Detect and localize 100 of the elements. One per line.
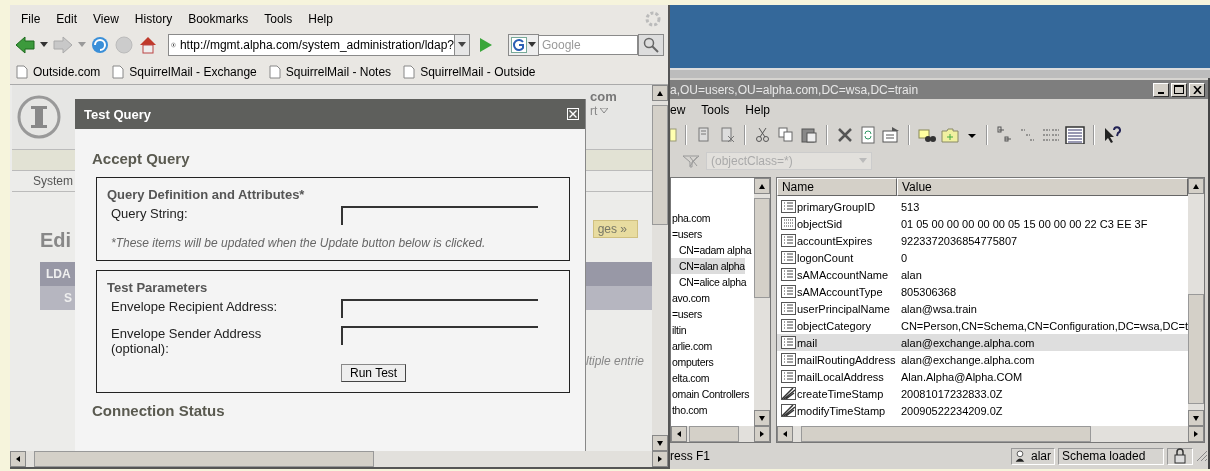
action-button[interactable]: ges » bbox=[592, 220, 638, 238]
home-icon[interactable] bbox=[138, 35, 158, 55]
scrollbar-thumb[interactable] bbox=[689, 426, 739, 442]
scrollbar-thumb[interactable] bbox=[800, 426, 1091, 442]
refresh-icon[interactable] bbox=[859, 126, 877, 144]
menu-item[interactable]: Tools bbox=[256, 11, 301, 27]
scroll-up-button[interactable] bbox=[753, 178, 770, 194]
close-icon[interactable] bbox=[567, 108, 579, 120]
bookmark-link[interactable]: SquirrelMail - Exchange bbox=[112, 65, 257, 79]
caret-icon bbox=[600, 108, 609, 114]
page-heading: Edi bbox=[40, 229, 72, 253]
scroll-right-button[interactable] bbox=[753, 426, 770, 442]
attribute-row[interactable]: mailRoutingAddress alan@exchange.alpha.com bbox=[776, 351, 1188, 368]
tree-item[interactable]: =users bbox=[671, 306, 702, 322]
attribute-row[interactable]: userPrincipalName alan@wsa.train bbox=[776, 300, 1188, 317]
scroll-down-button[interactable] bbox=[753, 410, 770, 426]
caret-icon[interactable] bbox=[40, 42, 48, 48]
run-test-button[interactable]: Run Test bbox=[341, 364, 407, 382]
scroll-right-button[interactable] bbox=[1188, 426, 1204, 442]
menu-item[interactable]: Help bbox=[745, 103, 771, 117]
search-engine-button[interactable] bbox=[508, 34, 539, 56]
tree-item[interactable]: CN=adam alpha bbox=[671, 242, 752, 258]
scroll-left-button[interactable] bbox=[776, 426, 793, 442]
input-field[interactable] bbox=[341, 206, 538, 225]
delete-icon[interactable] bbox=[836, 126, 854, 144]
attribute-row[interactable]: objectCategory CN=Person,CN=Schema,CN=Configuration,DC=wsa,DC=t bbox=[776, 317, 1188, 334]
back-arrow-icon[interactable] bbox=[14, 35, 36, 55]
paste-icon[interactable] bbox=[800, 126, 818, 144]
attribute-row[interactable]: primaryGroupID 513 bbox=[776, 198, 1188, 215]
tree-item[interactable]: CN=alan alpha bbox=[671, 258, 745, 274]
attribute-value: 01 05 00 00 00 00 00 05 15 00 00 00 22 C3 EE 3F bbox=[899, 217, 1148, 230]
scroll-down-button[interactable] bbox=[652, 435, 668, 451]
menu-item[interactable]: Bookmarks bbox=[180, 11, 257, 27]
menu-item[interactable]: File bbox=[13, 11, 49, 27]
attribute-row[interactable]: mailLocalAddress Alan.Alpha@Alpha.COM bbox=[776, 368, 1188, 385]
scrollbar-thumb[interactable] bbox=[34, 451, 374, 467]
bookmark-link[interactable]: SquirrelMail - Outside bbox=[403, 65, 536, 79]
nav-link[interactable]: System bbox=[33, 174, 73, 188]
menu-item[interactable]: Tools bbox=[701, 103, 730, 117]
tree-item[interactable]: CN=alice alpha bbox=[671, 274, 747, 290]
scroll-up-button[interactable] bbox=[1188, 178, 1204, 194]
scroll-up-button[interactable] bbox=[652, 85, 668, 101]
address-field[interactable]: http://mgmt.alpha.com/system_administration/ldap? bbox=[168, 34, 455, 56]
dropdown-button[interactable] bbox=[455, 34, 470, 56]
binoculars-icon[interactable] bbox=[918, 126, 936, 144]
properties-icon[interactable] bbox=[882, 126, 900, 144]
reload-icon[interactable] bbox=[90, 35, 110, 55]
scrollbar-thumb[interactable] bbox=[753, 198, 770, 298]
tree-item[interactable]: omain Controllers bbox=[671, 386, 750, 402]
attribute-row[interactable]: mail alan@exchange.alpha.com bbox=[776, 334, 1188, 351]
column-header[interactable]: Value bbox=[896, 178, 1188, 196]
search-button[interactable] bbox=[638, 34, 664, 56]
attribute-row[interactable]: modifyTimeStamp 20090522234209.0Z bbox=[776, 402, 1188, 419]
section-heading: Accept Query bbox=[92, 150, 191, 167]
tree-item[interactable]: tho.com bbox=[671, 402, 708, 418]
tree-item[interactable]: omputers bbox=[671, 354, 714, 370]
attribute-name: mailLocalAddress bbox=[796, 370, 884, 383]
scrollbar-thumb[interactable] bbox=[1188, 294, 1204, 404]
field-label: Envelope Sender Address (optional): bbox=[110, 326, 263, 356]
detail-view-icon[interactable] bbox=[1065, 126, 1085, 144]
attribute-row[interactable]: objectSid 01 05 00 00 00 00 00 05 15 00 00 00 22 C3 EE 3F bbox=[776, 215, 1188, 232]
attribute-row[interactable]: accountExpires 9223372036854775807 bbox=[776, 232, 1188, 249]
minimize-button[interactable] bbox=[1153, 82, 1169, 97]
scroll-left-button[interactable] bbox=[671, 426, 687, 442]
tree-item[interactable]: arlie.com bbox=[671, 338, 712, 354]
attribute-row[interactable]: logonCount 0 bbox=[776, 249, 1188, 266]
bookmark-link[interactable]: SquirrelMail - Notes bbox=[268, 65, 392, 79]
arrow-down-icon bbox=[1191, 413, 1201, 423]
close-button[interactable] bbox=[1189, 82, 1205, 97]
maximize-icon bbox=[1174, 85, 1184, 94]
attribute-name: primaryGroupID bbox=[796, 200, 876, 213]
attribute-row[interactable]: sAMAccountType 805306368 bbox=[776, 283, 1188, 300]
tree-item[interactable]: avo.com bbox=[671, 290, 710, 306]
attribute-name: createTimeStamp bbox=[796, 387, 884, 400]
help-pointer-icon[interactable] bbox=[1103, 126, 1121, 144]
tree-item[interactable]: =users bbox=[671, 226, 702, 242]
column-header[interactable]: Name bbox=[776, 178, 897, 196]
scroll-left-button[interactable] bbox=[10, 451, 26, 467]
input-field[interactable] bbox=[341, 326, 538, 345]
tree-item[interactable]: iltin bbox=[671, 322, 687, 338]
scroll-down-button[interactable] bbox=[1188, 410, 1204, 426]
attribute-row[interactable]: createTimeStamp 20081017232833.0Z bbox=[776, 385, 1188, 402]
menu-item[interactable]: View bbox=[85, 11, 127, 27]
search-field[interactable]: Google bbox=[539, 35, 638, 55]
bookmark-link[interactable]: Outside.com bbox=[16, 65, 101, 79]
maximize-button[interactable] bbox=[1171, 82, 1187, 97]
scroll-right-button[interactable] bbox=[652, 451, 668, 467]
tree-item[interactable]: pha.com bbox=[671, 210, 711, 226]
menu-item[interactable]: Help bbox=[300, 11, 341, 27]
attribute-row[interactable]: sAMAccountName alan bbox=[776, 266, 1188, 283]
menu-item[interactable]: History bbox=[126, 11, 181, 27]
scrollbar-thumb[interactable] bbox=[652, 105, 668, 225]
input-field[interactable] bbox=[341, 299, 538, 318]
server-icon[interactable] bbox=[718, 126, 736, 144]
menu-item[interactable]: Edit bbox=[48, 11, 86, 27]
copy-icon[interactable] bbox=[777, 126, 795, 144]
tree-view-icon[interactable] bbox=[996, 126, 1014, 144]
tree-item[interactable]: elta.com bbox=[671, 370, 710, 386]
scissors-icon[interactable] bbox=[754, 126, 772, 144]
menu-item[interactable]: ew bbox=[670, 103, 686, 117]
